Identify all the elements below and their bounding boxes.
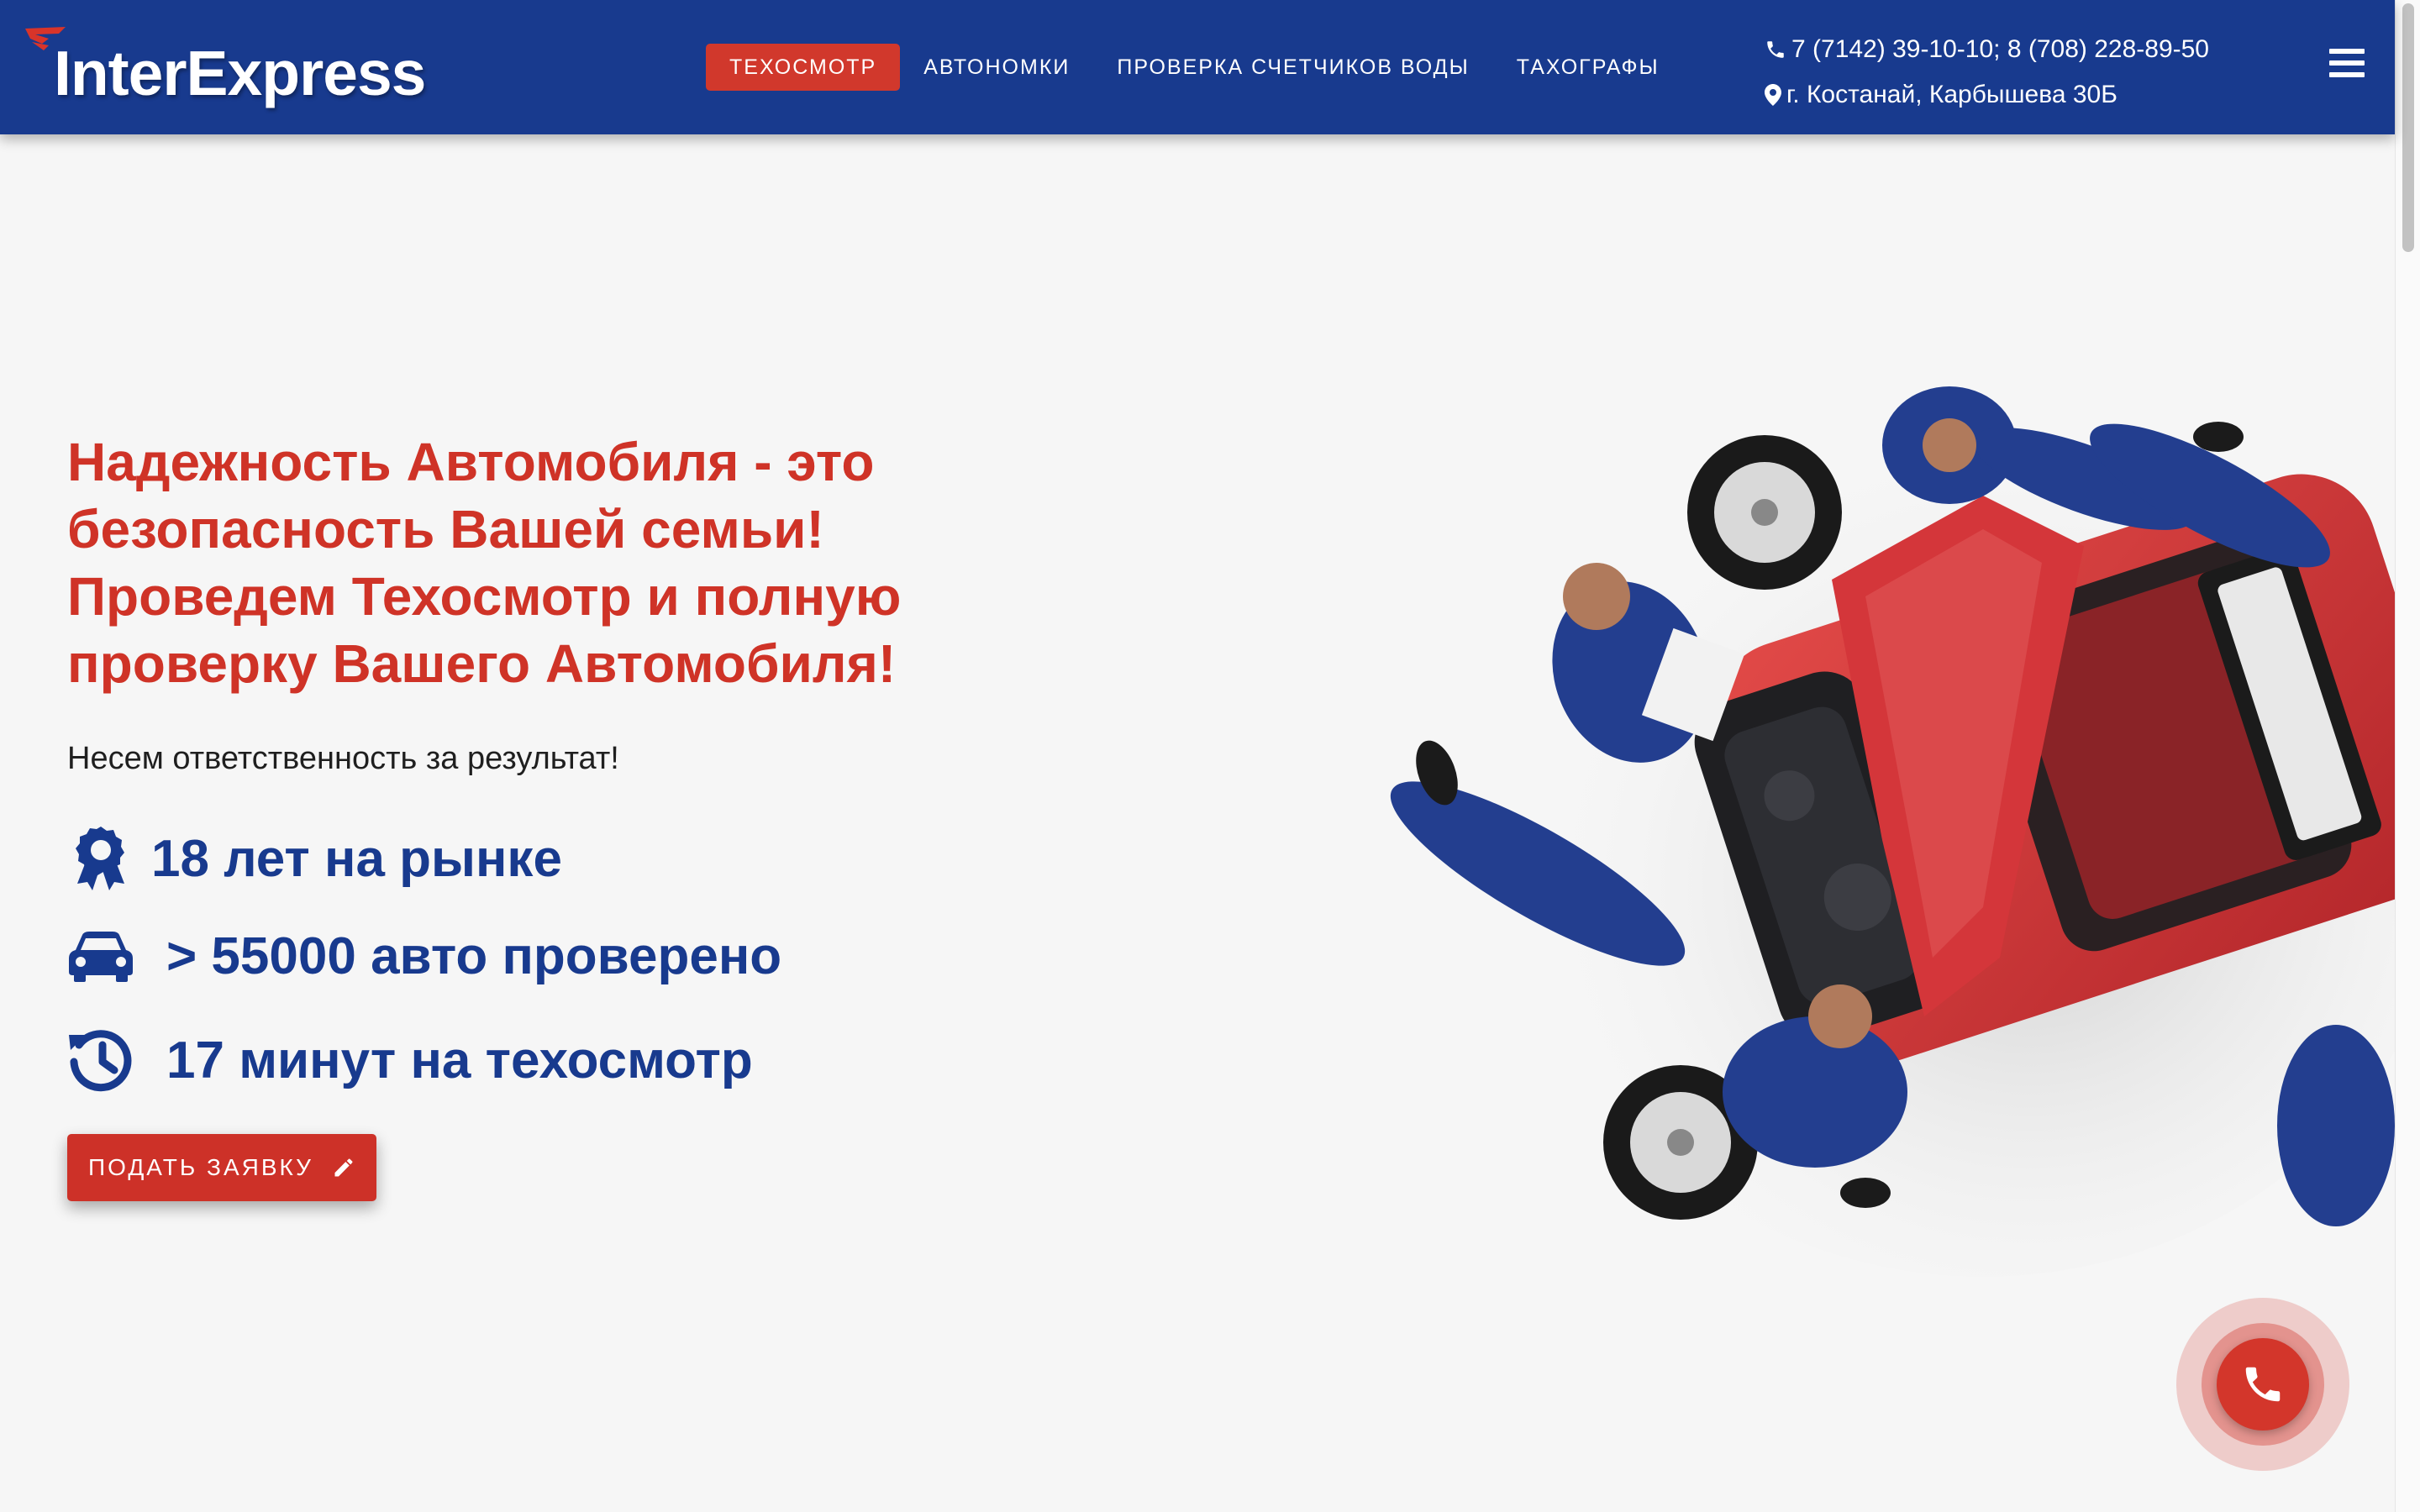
submit-request-button[interactable]: ПОДАТЬ ЗАЯВКУ <box>67 1134 376 1201</box>
contact-info: 7 (7142) 39-10-10; 8 (708) 228-89-50 г. … <box>1765 27 2209 118</box>
logo-text: InterExpress <box>54 38 426 108</box>
phone-icon <box>1767 41 1784 58</box>
stat-years: 18 лет на рынке <box>67 825 562 892</box>
stat-years-text: 18 лет на рынке <box>151 829 562 888</box>
wheel-top <box>1687 435 1842 590</box>
hero-tagline: Несем ответственность за результат! <box>67 741 619 776</box>
nav-item-techosmotr[interactable]: ТЕХОСМОТР <box>706 44 901 91</box>
submit-request-label: ПОДАТЬ ЗАЯВКУ <box>88 1154 313 1180</box>
pencil-icon <box>334 1158 353 1177</box>
map-marker-icon <box>1765 84 1781 106</box>
phone-row[interactable]: 7 (7142) 39-10-10; 8 (708) 228-89-50 <box>1765 27 2209 72</box>
history-clock-icon <box>67 1026 134 1094</box>
phone-icon <box>2245 1367 2281 1402</box>
stat-minutes-text: 17 минут на техосмотр <box>166 1031 753 1089</box>
award-icon <box>67 825 134 892</box>
address-text: г. Костанай, Карбышева 30Б <box>1786 81 2118 108</box>
car-icon <box>67 922 134 990</box>
address-row: г. Костанай, Карбышева 30Б <box>1765 72 2209 118</box>
scrollbar-thumb[interactable] <box>2402 3 2414 252</box>
main-nav: ТЕХОСМОТР АВТОНОМКИ ПРОВЕРКА СЧЕТЧИКОВ В… <box>706 44 1683 91</box>
nav-item-avtonomki[interactable]: АВТОНОМКИ <box>900 44 1093 91</box>
phone-number: 7 (7142) 39-10-10; 8 (708) 228-89-50 <box>1791 35 2209 63</box>
nav-item-water-meters[interactable]: ПРОВЕРКА СЧЕТЧИКОВ ВОДЫ <box>1093 44 1492 91</box>
stat-cars: > 55000 авто проверено <box>67 922 781 990</box>
hamburger-menu-icon[interactable] <box>2329 49 2365 84</box>
site-header: InterExpress ТЕХОСМОТР АВТОНОМКИ ПРОВЕРК… <box>0 0 2395 134</box>
floating-call-button[interactable] <box>2217 1338 2309 1431</box>
logo[interactable]: InterExpress <box>24 18 460 119</box>
hero-headline: Надежность Автомобиля - это безопасность… <box>67 432 902 694</box>
stat-minutes: 17 минут на техосмотр <box>67 1026 753 1094</box>
stat-cars-text: > 55000 авто проверено <box>166 927 782 985</box>
nav-item-tachographs[interactable]: ТАХОГРАФЫ <box>1493 44 1683 91</box>
mechanics-car-illustration <box>1390 386 2395 1277</box>
page-scrollbar[interactable] <box>2395 0 2420 1512</box>
